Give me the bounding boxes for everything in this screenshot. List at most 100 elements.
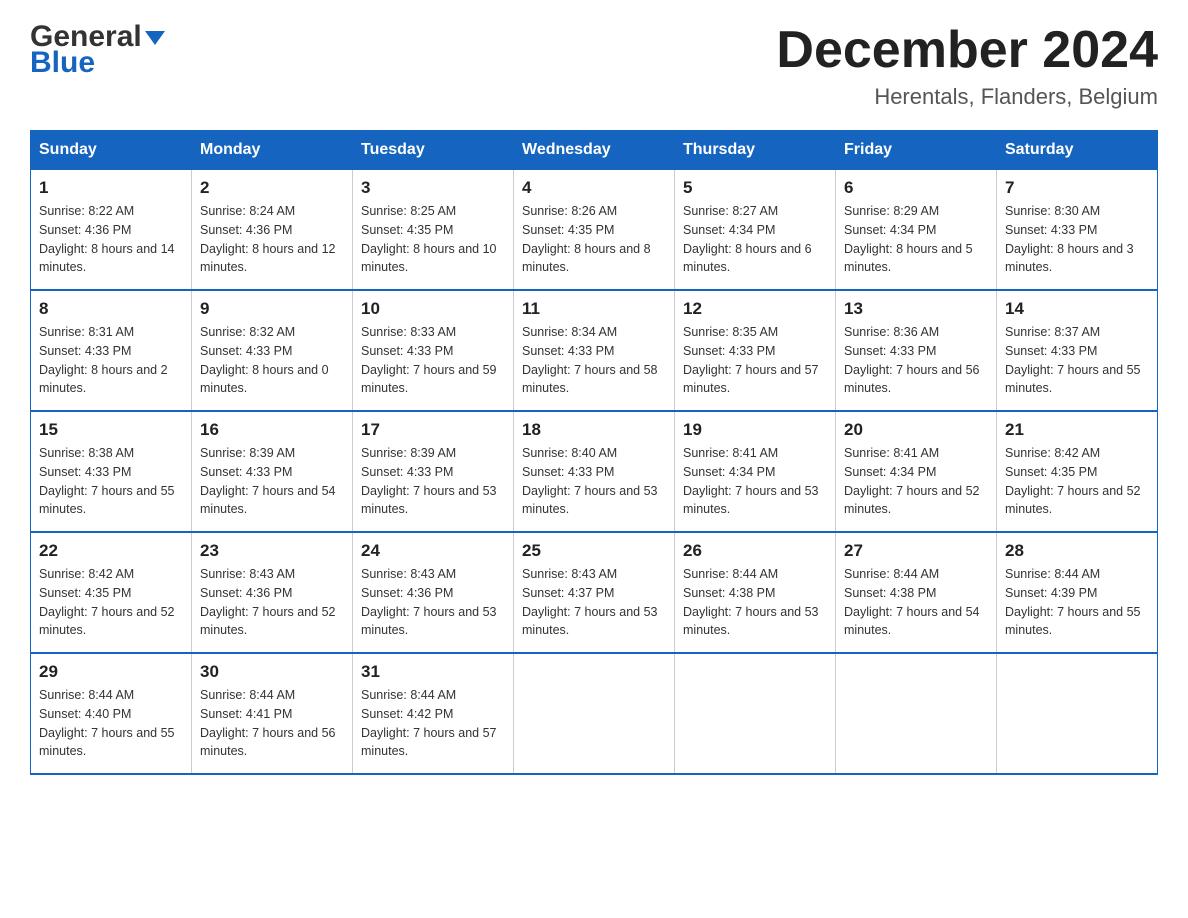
day-info: Sunrise: 8:26 AMSunset: 4:35 PMDaylight:… [522, 202, 666, 277]
day-number: 7 [1005, 178, 1149, 198]
day-info: Sunrise: 8:39 AMSunset: 4:33 PMDaylight:… [361, 444, 505, 519]
calendar-day-cell: 24 Sunrise: 8:43 AMSunset: 4:36 PMDayligh… [353, 532, 514, 653]
day-of-week-header: Friday [836, 131, 997, 170]
calendar-day-cell: 31Sunrise: 8:44 AMSunset: 4:42 PMDayligh… [353, 653, 514, 774]
day-number: 2 [200, 178, 344, 198]
day-info: Sunrise: 8:35 AMSunset: 4:33 PMDaylight:… [683, 323, 827, 398]
day-info: Sunrise: 8:25 AMSunset: 4:35 PMDaylight:… [361, 202, 505, 277]
day-number: 20 [844, 420, 988, 440]
day-number: 19 [683, 420, 827, 440]
day-of-week-header: Sunday [31, 131, 192, 170]
title-block: December 2024 Herentals, Flanders, Belgi… [776, 20, 1158, 110]
day-number: 28 [1005, 541, 1149, 561]
calendar-day-cell: 13 Sunrise: 8:36 AMSunset: 4:33 PMDayligh… [836, 290, 997, 411]
calendar-week-row: 8 Sunrise: 8:31 AMSunset: 4:33 PMDaylight… [31, 290, 1158, 411]
calendar-day-cell: 16 Sunrise: 8:39 AMSunset: 4:33 PMDayligh… [192, 411, 353, 532]
day-info: Sunrise: 8:39 AMSunset: 4:33 PMDaylight:… [200, 444, 344, 519]
calendar-day-cell: 4 Sunrise: 8:26 AMSunset: 4:35 PMDaylight… [514, 170, 675, 291]
day-of-week-header: Monday [192, 131, 353, 170]
calendar-day-cell: 22 Sunrise: 8:42 AMSunset: 4:35 PMDayligh… [31, 532, 192, 653]
calendar-table: SundayMondayTuesdayWednesdayThursdayFrid… [30, 130, 1158, 775]
day-number: 6 [844, 178, 988, 198]
day-info: Sunrise: 8:43 AMSunset: 4:36 PMDaylight:… [361, 565, 505, 640]
day-number: 16 [200, 420, 344, 440]
day-info: Sunrise: 8:22 AMSunset: 4:36 PMDaylight:… [39, 202, 183, 277]
day-number: 30 [200, 662, 344, 682]
day-number: 14 [1005, 299, 1149, 319]
calendar-day-cell: 21 Sunrise: 8:42 AMSunset: 4:35 PMDayligh… [997, 411, 1158, 532]
calendar-day-cell: 9 Sunrise: 8:32 AMSunset: 4:33 PMDaylight… [192, 290, 353, 411]
calendar-day-cell: 10Sunrise: 8:33 AMSunset: 4:33 PMDayligh… [353, 290, 514, 411]
calendar-day-cell [836, 653, 997, 774]
calendar-day-cell [675, 653, 836, 774]
day-number: 31 [361, 662, 505, 682]
day-number: 27 [844, 541, 988, 561]
day-info: Sunrise: 8:33 AMSunset: 4:33 PMDaylight:… [361, 323, 505, 398]
day-number: 4 [522, 178, 666, 198]
day-info: Sunrise: 8:34 AMSunset: 4:33 PMDaylight:… [522, 323, 666, 398]
location: Herentals, Flanders, Belgium [776, 84, 1158, 110]
day-info: Sunrise: 8:44 AMSunset: 4:38 PMDaylight:… [844, 565, 988, 640]
calendar-day-cell: 14Sunrise: 8:37 AMSunset: 4:33 PMDayligh… [997, 290, 1158, 411]
calendar-header-row: SundayMondayTuesdayWednesdayThursdayFrid… [31, 131, 1158, 170]
calendar-day-cell: 7 Sunrise: 8:30 AMSunset: 4:33 PMDaylight… [997, 170, 1158, 291]
calendar-day-cell: 26 Sunrise: 8:44 AMSunset: 4:38 PMDayligh… [675, 532, 836, 653]
day-info: Sunrise: 8:44 AMSunset: 4:38 PMDaylight:… [683, 565, 827, 640]
calendar-day-cell: 17 Sunrise: 8:39 AMSunset: 4:33 PMDayligh… [353, 411, 514, 532]
day-info: Sunrise: 8:42 AMSunset: 4:35 PMDaylight:… [1005, 444, 1149, 519]
day-info: Sunrise: 8:41 AMSunset: 4:34 PMDaylight:… [844, 444, 988, 519]
day-info: Sunrise: 8:38 AMSunset: 4:33 PMDaylight:… [39, 444, 183, 519]
calendar-day-cell: 27 Sunrise: 8:44 AMSunset: 4:38 PMDayligh… [836, 532, 997, 653]
day-number: 18 [522, 420, 666, 440]
day-info: Sunrise: 8:24 AMSunset: 4:36 PMDaylight:… [200, 202, 344, 277]
day-info: Sunrise: 8:44 AMSunset: 4:41 PMDaylight:… [200, 686, 344, 761]
day-info: Sunrise: 8:41 AMSunset: 4:34 PMDaylight:… [683, 444, 827, 519]
logo: General Blue [30, 20, 165, 80]
day-number: 8 [39, 299, 183, 319]
day-number: 13 [844, 299, 988, 319]
calendar-day-cell: 19 Sunrise: 8:41 AMSunset: 4:34 PMDayligh… [675, 411, 836, 532]
month-title: December 2024 [776, 20, 1158, 80]
day-info: Sunrise: 8:27 AMSunset: 4:34 PMDaylight:… [683, 202, 827, 277]
day-info: Sunrise: 8:32 AMSunset: 4:33 PMDaylight:… [200, 323, 344, 398]
day-of-week-header: Thursday [675, 131, 836, 170]
calendar-day-cell: 5 Sunrise: 8:27 AMSunset: 4:34 PMDaylight… [675, 170, 836, 291]
logo-blue: Blue [30, 46, 95, 80]
day-number: 9 [200, 299, 344, 319]
calendar-day-cell: 25Sunrise: 8:43 AMSunset: 4:37 PMDayligh… [514, 532, 675, 653]
calendar-day-cell: 1 Sunrise: 8:22 AMSunset: 4:36 PMDaylight… [31, 170, 192, 291]
calendar-day-cell: 12Sunrise: 8:35 AMSunset: 4:33 PMDayligh… [675, 290, 836, 411]
day-number: 29 [39, 662, 183, 682]
day-number: 15 [39, 420, 183, 440]
calendar-week-row: 22 Sunrise: 8:42 AMSunset: 4:35 PMDayligh… [31, 532, 1158, 653]
day-number: 26 [683, 541, 827, 561]
day-info: Sunrise: 8:31 AMSunset: 4:33 PMDaylight:… [39, 323, 183, 398]
day-number: 21 [1005, 420, 1149, 440]
calendar-day-cell: 3Sunrise: 8:25 AMSunset: 4:35 PMDaylight… [353, 170, 514, 291]
day-of-week-header: Wednesday [514, 131, 675, 170]
day-number: 24 [361, 541, 505, 561]
calendar-day-cell [514, 653, 675, 774]
day-of-week-header: Tuesday [353, 131, 514, 170]
calendar-day-cell: 18 Sunrise: 8:40 AMSunset: 4:33 PMDayligh… [514, 411, 675, 532]
calendar-day-cell: 20 Sunrise: 8:41 AMSunset: 4:34 PMDayligh… [836, 411, 997, 532]
day-info: Sunrise: 8:44 AMSunset: 4:40 PMDaylight:… [39, 686, 183, 761]
day-number: 5 [683, 178, 827, 198]
day-number: 11 [522, 299, 666, 319]
logo-arrow-icon [145, 31, 165, 45]
day-info: Sunrise: 8:29 AMSunset: 4:34 PMDaylight:… [844, 202, 988, 277]
day-number: 1 [39, 178, 183, 198]
calendar-day-cell: 15 Sunrise: 8:38 AMSunset: 4:33 PMDayligh… [31, 411, 192, 532]
day-info: Sunrise: 8:43 AMSunset: 4:36 PMDaylight:… [200, 565, 344, 640]
day-info: Sunrise: 8:42 AMSunset: 4:35 PMDaylight:… [39, 565, 183, 640]
day-number: 17 [361, 420, 505, 440]
day-info: Sunrise: 8:36 AMSunset: 4:33 PMDaylight:… [844, 323, 988, 398]
day-info: Sunrise: 8:40 AMSunset: 4:33 PMDaylight:… [522, 444, 666, 519]
day-number: 22 [39, 541, 183, 561]
day-info: Sunrise: 8:43 AMSunset: 4:37 PMDaylight:… [522, 565, 666, 640]
day-info: Sunrise: 8:44 AMSunset: 4:39 PMDaylight:… [1005, 565, 1149, 640]
calendar-week-row: 1 Sunrise: 8:22 AMSunset: 4:36 PMDaylight… [31, 170, 1158, 291]
day-number: 23 [200, 541, 344, 561]
day-info: Sunrise: 8:30 AMSunset: 4:33 PMDaylight:… [1005, 202, 1149, 277]
calendar-day-cell: 11 Sunrise: 8:34 AMSunset: 4:33 PMDayligh… [514, 290, 675, 411]
